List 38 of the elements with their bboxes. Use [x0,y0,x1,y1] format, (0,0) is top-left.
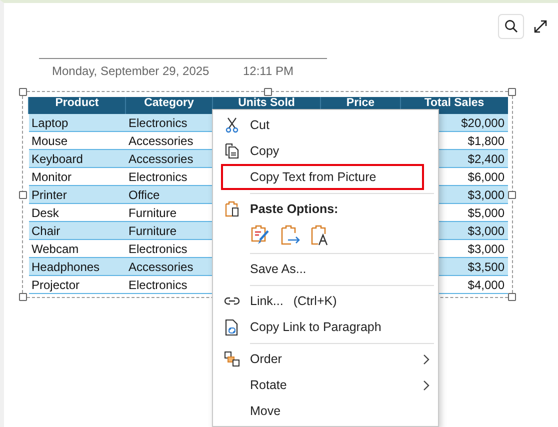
copy-icon [224,143,240,159]
search-button[interactable] [498,14,524,38]
menu-item[interactable]: Order [213,346,438,372]
resize-handle[interactable] [19,190,27,198]
table-cell: Projector [28,276,126,294]
paste-text-icon[interactable] [310,225,330,247]
table-cell: Laptop [28,114,126,132]
time-text: 12:11 PM [243,64,294,78]
order-icon [224,351,240,367]
table-cell: Printer [28,186,126,204]
menu-item[interactable]: Copy Link to Paragraph [213,314,438,340]
table-cell: Accessories [126,258,212,276]
table-cell: Keyboard [28,150,126,168]
date-text: Monday, September 29, 2025 [52,64,210,78]
resize-handle[interactable] [19,293,27,301]
column-header: Category [126,97,212,114]
table-cell: Accessories [126,150,212,168]
paste-options-heading: Paste Options: [250,202,338,216]
table-cell: Furniture [126,222,212,240]
resize-handle[interactable] [508,190,516,198]
paste-brush-icon[interactable] [250,225,270,247]
resize-handle[interactable] [508,88,516,96]
link-icon [224,295,240,307]
resize-handle[interactable] [508,293,516,301]
paste-arrow-icon[interactable] [280,225,300,247]
menu-item[interactable]: Rotate [213,372,438,398]
search-icon [504,19,518,33]
table-cell: Headphones [28,258,126,276]
scissors-icon [224,117,238,133]
resize-handle[interactable] [19,88,27,96]
column-header: Product [28,97,126,114]
table-cell: Office [126,186,212,204]
resize-handle[interactable] [264,88,272,96]
clipboard-icon [224,201,238,217]
table-cell: Electronics [126,114,212,132]
menu-item[interactable]: Move [213,398,438,424]
document-link-icon [224,318,238,336]
table-cell: Chair [28,222,126,240]
